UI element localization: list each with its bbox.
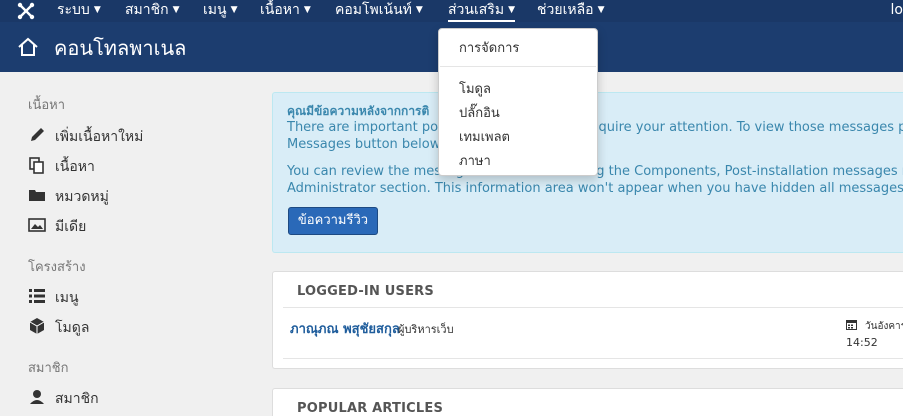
- panel-heading: LOGGED-IN USERS: [297, 284, 434, 299]
- sidebar-heading-structure: โครงสร้าง: [28, 260, 86, 275]
- divider: [283, 358, 903, 359]
- caret-down-icon: ▼: [230, 5, 238, 15]
- divider: [283, 307, 903, 308]
- nav-menus[interactable]: เมนู ▼: [203, 0, 238, 22]
- sidebar-item-label: เนื้อหา: [55, 159, 95, 175]
- joomla-logo-icon[interactable]: [16, 1, 36, 21]
- home-icon: [18, 37, 38, 56]
- sidebar-item-label: เมนู: [55, 290, 79, 306]
- calendar-icon: [846, 320, 857, 330]
- sidebar-item-label: มีเดีย: [55, 219, 87, 235]
- user-icon: [30, 390, 44, 404]
- sidebar-heading-content: เนื้อหา: [28, 98, 66, 113]
- caret-down-icon: ▼: [597, 5, 605, 15]
- review-messages-button[interactable]: ข้อความรีวิว: [288, 207, 378, 235]
- caret-down-icon: ▼: [508, 5, 515, 15]
- panel-heading: POPULAR ARTICLES: [297, 401, 444, 416]
- sidebar: เนื้อหา เพิ่มเนื้อหาใหม่ เนื้อหา หมวดหมู…: [0, 72, 250, 416]
- dropdown-item-manage[interactable]: การจัดการ: [459, 37, 519, 58]
- nav-system[interactable]: ระบบ ▼: [57, 0, 101, 22]
- list-icon: [29, 289, 45, 303]
- sidebar-item-label: เพิ่มเนื้อหาใหม่: [55, 129, 144, 145]
- nav-extensions[interactable]: ส่วนเสริม ▼: [448, 0, 515, 22]
- nav-components[interactable]: คอมโพเน้นท์ ▼: [335, 0, 423, 22]
- dropdown-item-languages[interactable]: ภาษา: [459, 150, 491, 171]
- nav-truncated-item[interactable]: lo: [891, 0, 903, 20]
- image-icon: [28, 218, 46, 232]
- user-name-link[interactable]: ภาณุภณ พสุชัยสกุล: [290, 318, 400, 339]
- sidebar-item-label: หมวดหมู่: [55, 189, 109, 205]
- pencil-icon: [31, 128, 44, 141]
- extensions-dropdown-menu: การจัดการ โมดูล ปลั๊กอิน เทมเพลต ภาษา: [438, 28, 598, 176]
- dropdown-item-modules[interactable]: โมดูล: [459, 78, 491, 99]
- copy-icon: [29, 157, 44, 174]
- dropdown-divider: [440, 66, 596, 67]
- nav-content[interactable]: เนื้อหา ▼: [260, 0, 311, 22]
- caret-down-icon: ▼: [93, 5, 101, 15]
- sidebar-heading-users: สมาชิก: [28, 361, 69, 376]
- page-title: คอนโทลพาเนล: [54, 36, 187, 60]
- caret-down-icon: ▼: [415, 5, 423, 15]
- nav-help[interactable]: ช่วยเหลือ ▼: [537, 0, 605, 22]
- caret-down-icon: ▼: [303, 5, 311, 15]
- top-navbar: ระบบ ▼ สมาชิก ▼ เมนู ▼ เนื้อหา ▼ คอมโพเน้นท์…: [0, 0, 903, 22]
- nav-users[interactable]: สมาชิก ▼: [125, 0, 180, 22]
- user-role: ผู้บริหารเว็บ: [398, 323, 454, 336]
- login-time: 14:52: [846, 336, 878, 349]
- sidebar-item-label: สมาชิก: [55, 391, 99, 407]
- sidebar-item-label: โมดูล: [55, 320, 90, 336]
- login-date: วันอังคาร: [865, 321, 903, 332]
- popular-articles-panel: POPULAR ARTICLES: [272, 388, 903, 416]
- dropdown-item-plugins[interactable]: ปลั๊กอิน: [459, 102, 500, 123]
- cube-icon: [29, 318, 45, 334]
- folder-icon: [29, 190, 45, 201]
- caret-down-icon: ▼: [172, 5, 180, 15]
- logged-in-users-panel: LOGGED-IN USERS ภาณุภณ พสุชัยสกุล ผู้บริ…: [272, 271, 903, 369]
- alert-line: Administrator section. This information …: [287, 181, 903, 196]
- dropdown-item-templates[interactable]: เทมเพลต: [459, 126, 510, 147]
